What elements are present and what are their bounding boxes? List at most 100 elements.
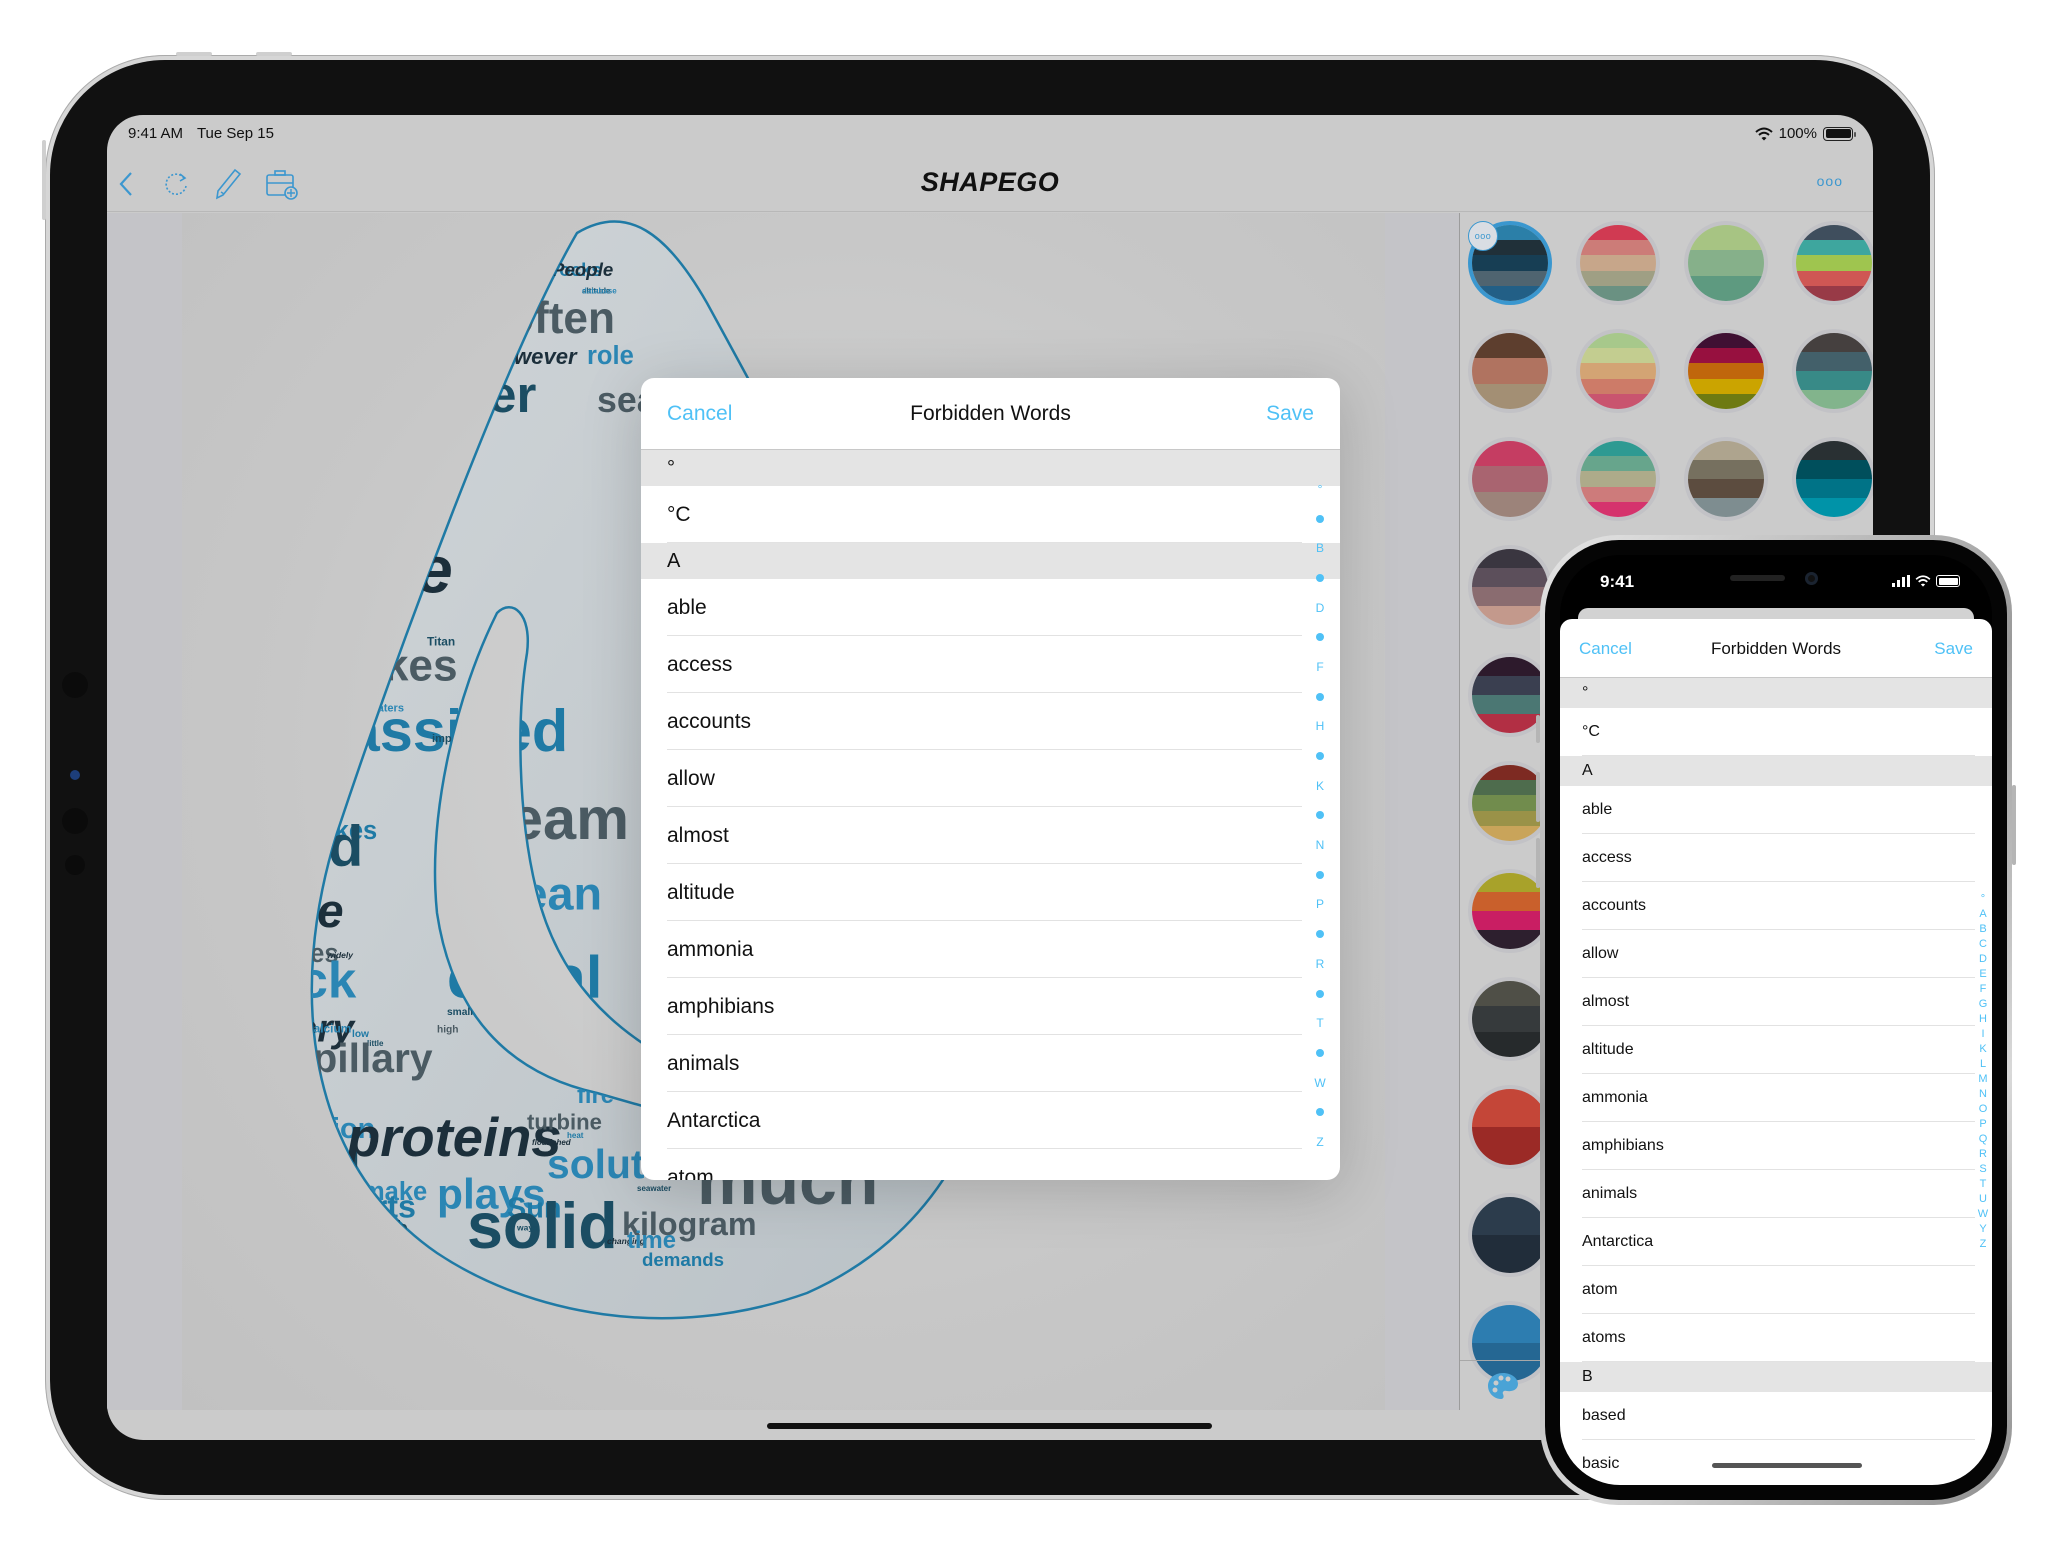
list-item[interactable]: accounts xyxy=(1560,882,1992,930)
list-item[interactable]: atoms xyxy=(1560,1314,1992,1362)
home-indicator[interactable] xyxy=(1712,1463,1862,1468)
index-letter[interactable]: K xyxy=(1979,1042,1986,1057)
index-dot-item[interactable] xyxy=(1316,919,1324,949)
palette-swatch[interactable] xyxy=(1472,1197,1548,1273)
index-dot-item[interactable] xyxy=(1316,979,1324,1009)
index-letter[interactable]: F xyxy=(1980,982,1987,997)
index-dot-item[interactable] xyxy=(1316,1097,1324,1127)
index-letter[interactable]: H xyxy=(1979,1012,1987,1027)
list-item[interactable]: based xyxy=(1560,1392,1992,1440)
list-item[interactable]: allow xyxy=(641,750,1340,807)
list-item[interactable]: ammonia xyxy=(1560,1074,1992,1122)
index-letter[interactable]: A xyxy=(1979,907,1986,922)
more-options-button[interactable]: ooo xyxy=(1817,173,1843,189)
index-letter[interactable]: N xyxy=(1979,1087,1987,1102)
index-letter[interactable]: W xyxy=(1978,1207,1988,1222)
palette-swatch[interactable] xyxy=(1796,225,1872,301)
index-letter[interactable]: C xyxy=(1979,937,1987,952)
index-letter[interactable]: W xyxy=(1314,1068,1325,1098)
list-item[interactable]: amphibians xyxy=(1560,1122,1992,1170)
index-letter[interactable]: Q xyxy=(1979,1132,1988,1147)
index-dot-item[interactable] xyxy=(1316,1038,1324,1068)
index-letter[interactable]: D xyxy=(1979,952,1987,967)
index-letter[interactable]: B xyxy=(1979,922,1986,937)
word-list[interactable]: ° °C Aable access accounts allow almost altitud… xyxy=(641,450,1340,1180)
save-button[interactable]: Save xyxy=(1934,639,1973,659)
list-item[interactable]: access xyxy=(1560,834,1992,882)
list-item[interactable]: access xyxy=(641,636,1340,693)
list-item[interactable]: almost xyxy=(1560,978,1992,1026)
list-item[interactable]: Antarctica xyxy=(641,1092,1340,1149)
home-indicator[interactable] xyxy=(767,1423,1212,1429)
list-item[interactable]: accounts xyxy=(641,693,1340,750)
palette-icon[interactable] xyxy=(1486,1371,1520,1401)
index-letter[interactable]: T xyxy=(1980,1177,1987,1192)
index-letter[interactable]: R xyxy=(1316,949,1325,979)
palette-swatch[interactable] xyxy=(1688,333,1764,409)
palette-swatch[interactable] xyxy=(1796,441,1872,517)
list-item[interactable]: Antarctica xyxy=(1560,1218,1992,1266)
index-dot-item[interactable] xyxy=(1316,622,1324,652)
index-letter[interactable]: N xyxy=(1316,830,1325,860)
index-dot-item[interactable] xyxy=(1316,860,1324,890)
index-letter[interactable]: P xyxy=(1979,1117,1986,1132)
index-letter[interactable]: B xyxy=(1316,533,1324,563)
index-letter[interactable]: I xyxy=(1981,1027,1984,1042)
index-dot-item[interactable] xyxy=(1316,741,1324,771)
palette-swatch[interactable] xyxy=(1472,1089,1548,1165)
palette-swatch[interactable] xyxy=(1688,225,1764,301)
index-letter[interactable]: Y xyxy=(1979,1222,1986,1237)
index-dot-item[interactable] xyxy=(1316,563,1324,593)
list-item[interactable]: able xyxy=(1560,786,1992,834)
list-item[interactable]: allow xyxy=(1560,930,1992,978)
palette-swatch[interactable] xyxy=(1472,549,1548,625)
palette-swatch[interactable] xyxy=(1472,333,1548,409)
index-letter[interactable]: F xyxy=(1316,652,1323,682)
list-item[interactable]: animals xyxy=(1560,1170,1992,1218)
palette-swatch[interactable] xyxy=(1580,225,1656,301)
index-letter[interactable]: M xyxy=(1978,1072,1987,1087)
list-item[interactable]: altitude xyxy=(1560,1026,1992,1074)
list-item[interactable]: almost xyxy=(641,807,1340,864)
word-list[interactable]: ° °C Aable access accounts allow almost altitud… xyxy=(1560,678,1992,1485)
list-item[interactable]: ammonia xyxy=(641,921,1340,978)
section-index-bar[interactable]: ° B D F H K N P R T W Z xyxy=(1310,474,1330,1157)
index-letter[interactable]: S xyxy=(1979,1162,1986,1177)
palette-swatch[interactable] xyxy=(1796,333,1872,409)
index-dot-item[interactable] xyxy=(1316,801,1324,831)
index-letter[interactable]: P xyxy=(1316,890,1324,920)
list-item[interactable]: atom xyxy=(1560,1266,1992,1314)
index-letter[interactable]: Z xyxy=(1980,1237,1987,1252)
index-letter[interactable]: D xyxy=(1316,593,1325,623)
index-dot-item[interactable] xyxy=(1316,504,1324,534)
index-letter[interactable]: Z xyxy=(1316,1127,1323,1157)
index-letter[interactable]: ° xyxy=(1981,892,1985,907)
palette-swatch[interactable] xyxy=(1472,981,1548,1057)
list-item[interactable]: animals xyxy=(641,1035,1340,1092)
list-item[interactable]: able xyxy=(641,579,1340,636)
index-letter[interactable]: T xyxy=(1316,1008,1323,1038)
palette-swatch[interactable] xyxy=(1580,441,1656,517)
index-letter[interactable]: E xyxy=(1979,967,1986,982)
palette-swatch[interactable] xyxy=(1472,441,1548,517)
save-button[interactable]: Save xyxy=(1266,402,1314,426)
palette-swatch[interactable] xyxy=(1580,333,1656,409)
index-letter[interactable]: O xyxy=(1979,1102,1988,1117)
index-letter[interactable]: H xyxy=(1316,712,1325,742)
list-item[interactable]: altitude xyxy=(641,864,1340,921)
index-letter[interactable]: G xyxy=(1979,997,1988,1012)
list-item[interactable]: amphibians xyxy=(641,978,1340,1035)
list-item[interactable]: °C xyxy=(1560,708,1992,756)
index-letter[interactable]: R xyxy=(1979,1147,1987,1162)
section-index-bar[interactable]: ° A B C D E F G H I K L M N O P Q R S T U W Y Z xyxy=(1976,892,1990,1252)
index-letter[interactable]: U xyxy=(1979,1192,1987,1207)
palette-swatch[interactable] xyxy=(1688,441,1764,517)
index-dot-item[interactable] xyxy=(1316,682,1324,712)
index-letter[interactable]: ° xyxy=(1318,474,1323,504)
list-item[interactable]: °C xyxy=(641,486,1340,543)
swatch-stripe xyxy=(1580,255,1656,271)
swatch-options-button[interactable]: ooo xyxy=(1468,221,1498,251)
index-letter[interactable]: L xyxy=(1980,1057,1986,1072)
list-item[interactable]: atom xyxy=(641,1149,1340,1180)
index-letter[interactable]: K xyxy=(1316,771,1324,801)
